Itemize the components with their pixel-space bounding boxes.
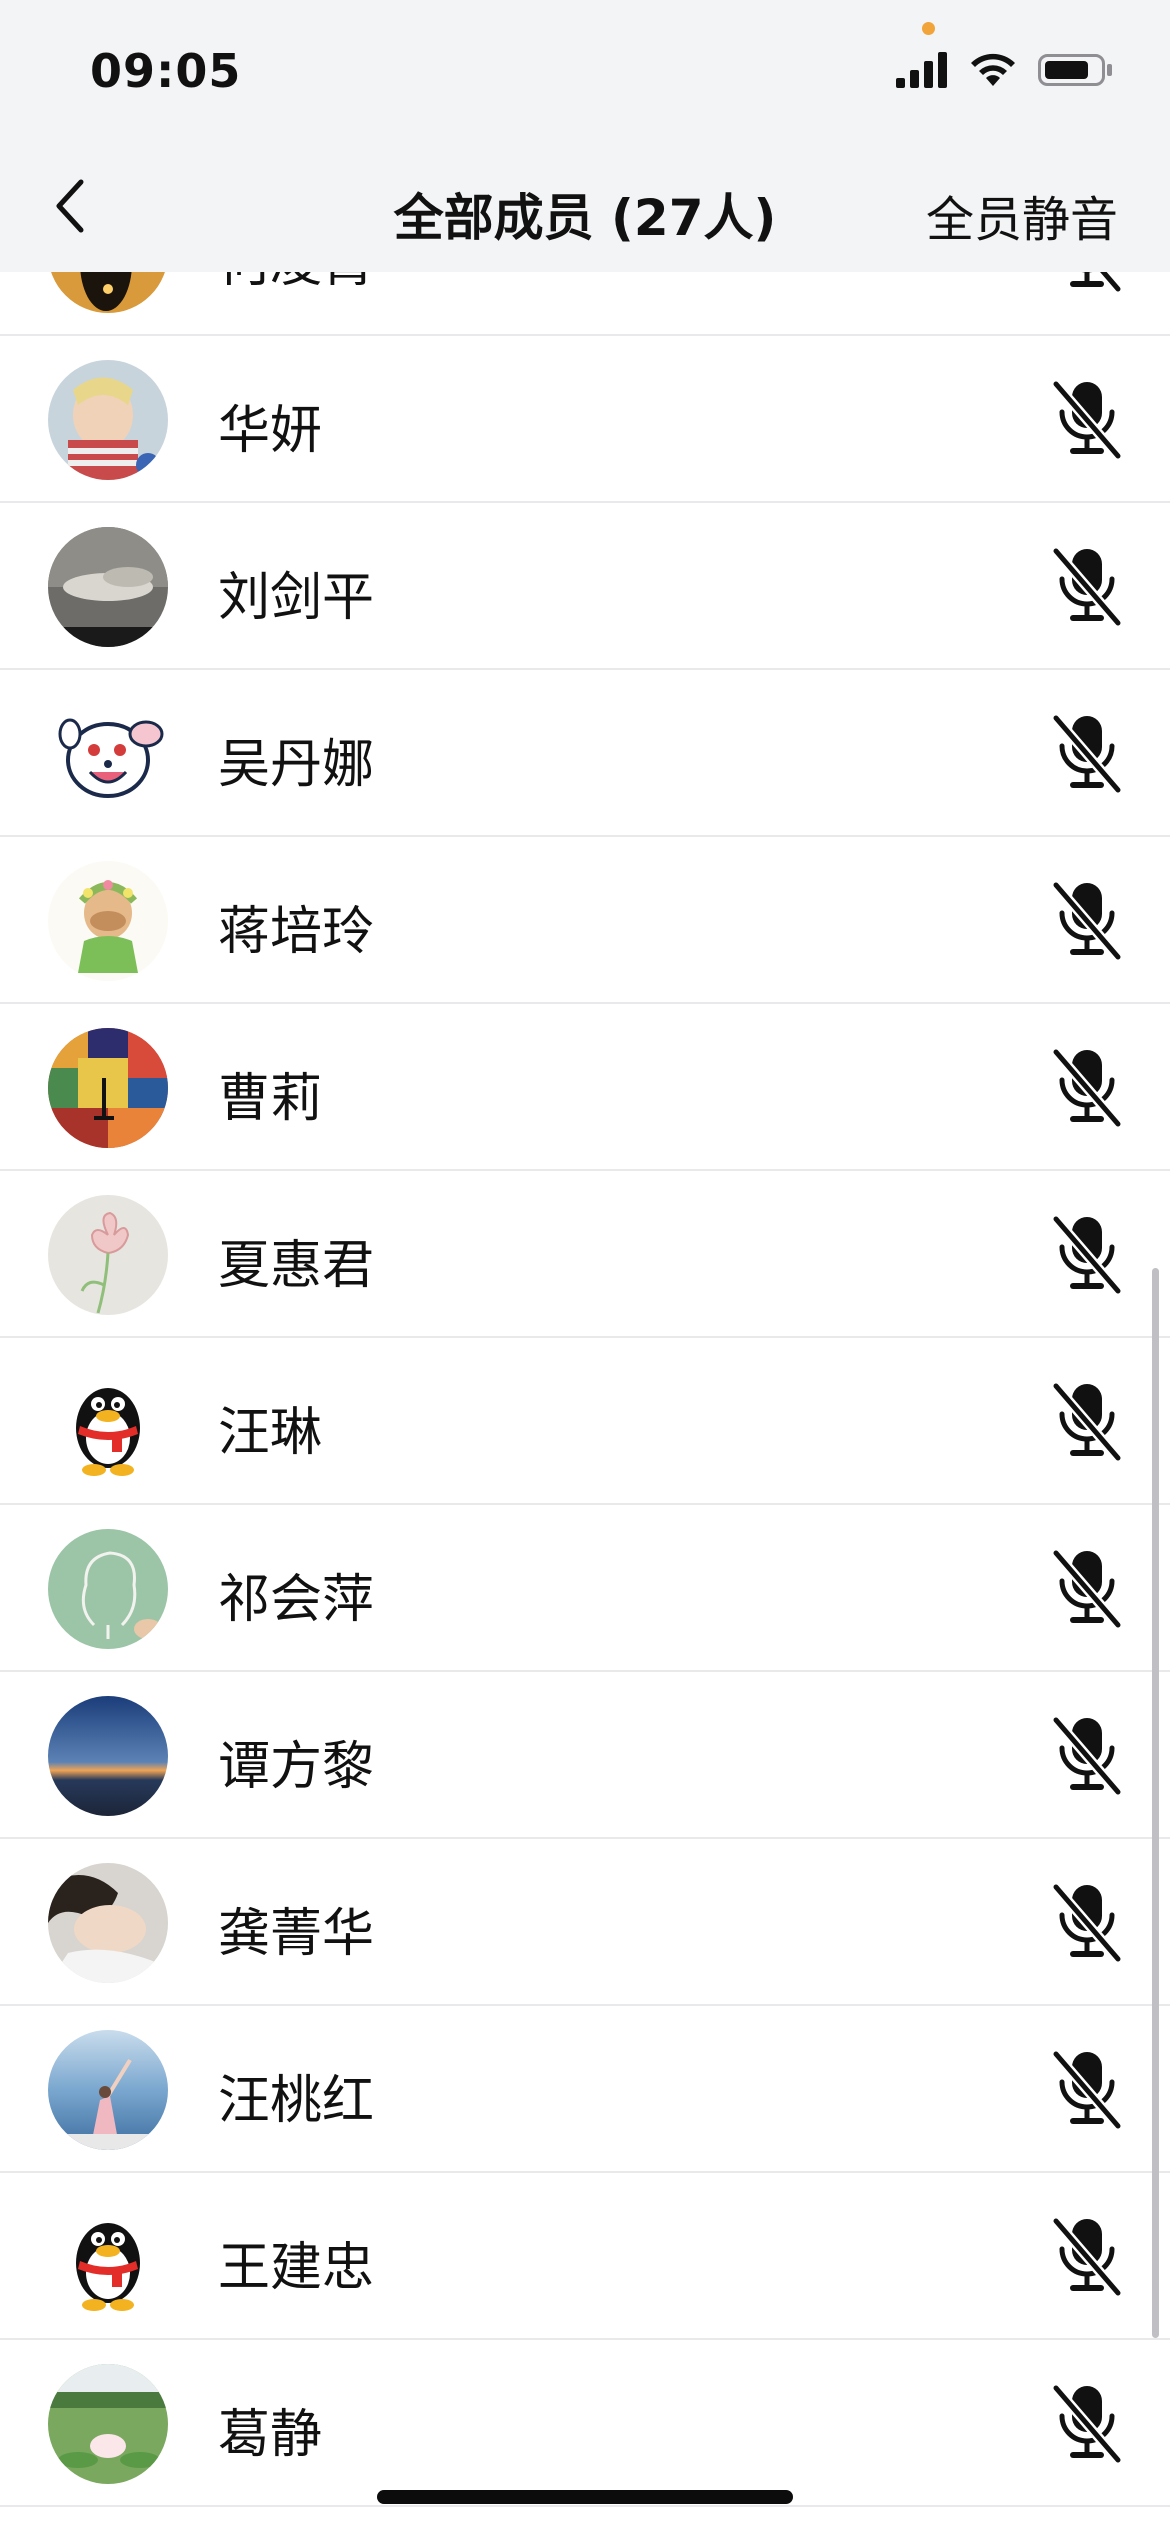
- member-row[interactable]: 汪桃红: [0, 2006, 1170, 2173]
- avatar-child-photo[interactable]: [48, 360, 168, 480]
- avatar-tulip-drawing[interactable]: [48, 1195, 168, 1315]
- member-name: 谭方黎: [218, 1737, 375, 1797]
- member-row[interactable]: 蒋培玲: [0, 837, 1170, 1004]
- avatar-qq-penguin[interactable]: [48, 2197, 168, 2317]
- member-name: 汪桃红: [218, 2071, 375, 2131]
- member-name: 何凌霄: [218, 272, 374, 296]
- member-name: 祁会萍: [218, 1570, 375, 1630]
- mute-toggle-button[interactable]: [1048, 2048, 1126, 2132]
- mute-toggle-button[interactable]: [1048, 1380, 1126, 1464]
- wifi-icon: [971, 53, 1015, 86]
- microphone-muted-icon: [1051, 1381, 1123, 1463]
- mute-toggle-button[interactable]: [1048, 272, 1126, 295]
- avatar-colorful-mosaic[interactable]: [48, 1028, 168, 1148]
- mute-toggle-button[interactable]: [1048, 1714, 1126, 1798]
- mute-toggle-button[interactable]: [1048, 879, 1126, 963]
- member-row[interactable]: 华妍: [0, 336, 1170, 503]
- member-row[interactable]: 葛静: [0, 2340, 1170, 2507]
- scrollbar[interactable]: [1152, 1268, 1159, 2338]
- member-name: 夏惠君: [218, 1236, 375, 1296]
- microphone-muted-icon: [1051, 2216, 1123, 2298]
- avatar-sleeping-person[interactable]: [48, 1863, 168, 1983]
- microphone-muted-icon: [1051, 2049, 1123, 2131]
- member-row[interactable]: 谭方黎: [0, 1672, 1170, 1839]
- member-name: 葛静: [218, 2405, 323, 2465]
- member-name: 曹莉: [218, 1069, 323, 1129]
- microphone-muted-icon: [1070, 272, 1123, 294]
- navigation-bar: 全部成员 (27人) 全员静音: [0, 140, 1170, 272]
- member-list-content: 何凌霄 华妍 刘剑平: [0, 272, 1170, 2507]
- mute-toggle-button[interactable]: [1048, 2215, 1126, 2299]
- avatar-person-by-lake[interactable]: [48, 2030, 168, 2150]
- microphone-muted-icon: [1051, 1548, 1123, 1630]
- member-row[interactable]: 刘剑平: [0, 503, 1170, 670]
- avatar-qq-penguin[interactable]: [48, 1362, 168, 1482]
- avatar-bird-silhouette-sunset[interactable]: [48, 272, 168, 313]
- avatar-doll-with-flowers[interactable]: [48, 861, 168, 981]
- cellular-signal-icon: [896, 52, 947, 88]
- member-name: 汪琳: [218, 1403, 323, 1463]
- member-name: 龚菁华: [218, 1904, 375, 1964]
- mute-toggle-button[interactable]: [1048, 378, 1126, 462]
- status-bar: 09:05: [0, 0, 1170, 140]
- member-name: 刘剑平: [218, 568, 375, 628]
- member-row[interactable]: 祁会萍: [0, 1505, 1170, 1672]
- mute-toggle-button[interactable]: [1048, 2382, 1126, 2466]
- status-icons: [896, 52, 1114, 88]
- battery-icon: [1038, 54, 1112, 86]
- screen: 09:05 全部成员 (27人) 全员静音 华妍 刘剑平 吴丹娜 蒋培玲 曹莉 …: [0, 0, 1170, 2532]
- mute-all-button[interactable]: 全员静音: [926, 180, 1118, 250]
- microphone-muted-icon: [1051, 880, 1123, 962]
- mute-toggle-button[interactable]: [1048, 1213, 1126, 1297]
- member-name: 王建忠: [218, 2238, 375, 2298]
- avatar-lotus-pond[interactable]: [48, 2364, 168, 2484]
- avatar-cloudy-sky[interactable]: [48, 527, 168, 647]
- member-row[interactable]: 王建忠: [0, 2173, 1170, 2340]
- microphone-muted-icon: [1051, 379, 1123, 461]
- member-row[interactable]: 曹莉: [0, 1004, 1170, 1171]
- status-time: 09:05: [90, 44, 242, 98]
- mute-toggle-button[interactable]: [1048, 1547, 1126, 1631]
- member-row[interactable]: 夏惠君: [0, 1171, 1170, 1338]
- member-row[interactable]: 何凌霄: [0, 272, 1170, 336]
- microphone-muted-icon: [1051, 713, 1123, 795]
- microphone-muted-icon: [1051, 1047, 1123, 1129]
- member-name: 吴丹娜: [218, 735, 375, 795]
- avatar-cartoon-dog[interactable]: [48, 694, 168, 814]
- microphone-muted-icon: [1051, 1882, 1123, 1964]
- avatar-sunset-horizon[interactable]: [48, 1696, 168, 1816]
- avatar-chalk-head-drawing[interactable]: [48, 1529, 168, 1649]
- member-row[interactable]: 龚菁华: [0, 1839, 1170, 2006]
- microphone-muted-icon: [1051, 2383, 1123, 2465]
- member-row[interactable]: 汪琳: [0, 1338, 1170, 1505]
- member-list[interactable]: 何凌霄 华妍 刘剑平: [0, 272, 1170, 2532]
- member-name: 蒋培玲: [218, 902, 375, 962]
- home-indicator[interactable]: [377, 2490, 793, 2504]
- microphone-muted-icon: [1051, 546, 1123, 628]
- mute-toggle-button[interactable]: [1048, 712, 1126, 796]
- mute-toggle-button[interactable]: [1048, 1881, 1126, 1965]
- privacy-indicator-dot: [922, 22, 935, 35]
- member-row[interactable]: 吴丹娜: [0, 670, 1170, 837]
- member-name: 华妍: [218, 401, 323, 461]
- mute-toggle-button[interactable]: [1048, 545, 1126, 629]
- mute-toggle-button[interactable]: [1048, 1046, 1126, 1130]
- microphone-muted-icon: [1051, 1214, 1123, 1296]
- microphone-muted-icon: [1051, 1715, 1123, 1797]
